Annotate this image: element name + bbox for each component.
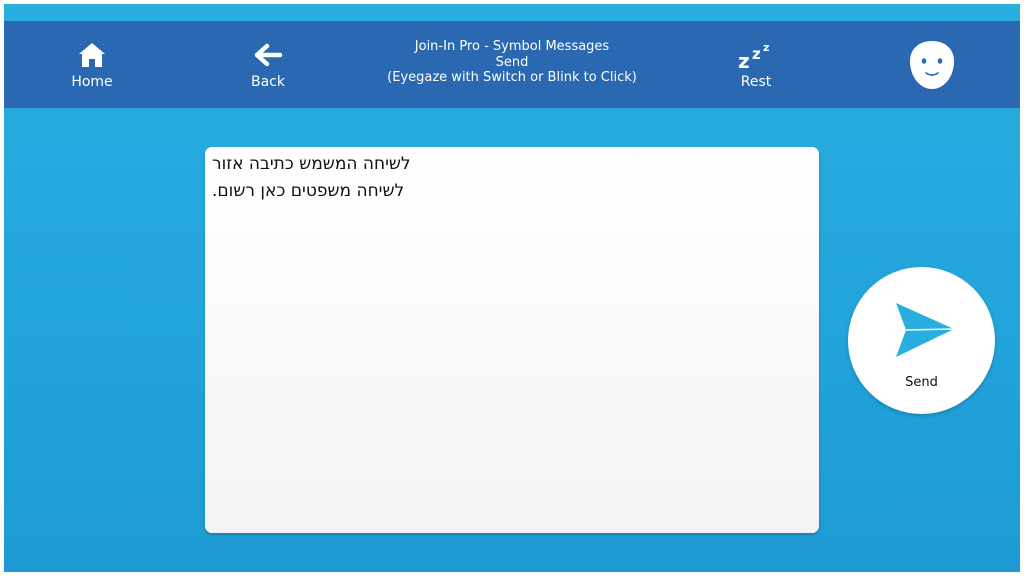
svg-text:z: z	[763, 41, 769, 54]
svg-text:z: z	[738, 49, 750, 71]
rest-label: Rest	[740, 74, 772, 90]
title-access-mode: (Eyegaze with Switch or Blink to Click)	[387, 70, 637, 85]
page-title: Join-In Pro - Symbol Messages Send (Eyeg…	[352, 39, 672, 86]
user-face-button[interactable]	[892, 21, 972, 108]
paper-plane-icon	[896, 303, 955, 357]
send-label: Send	[905, 375, 938, 390]
home-button[interactable]: Home	[52, 21, 132, 108]
app-window: Home Back Join-In Pro - Symbol Messages …	[4, 4, 1020, 572]
back-button[interactable]: Back	[228, 21, 308, 108]
send-button[interactable]: Send	[848, 267, 995, 414]
message-line-1: לשיחה המשמש כתיבה אזור	[212, 154, 411, 174]
message-text: לשיחה המשמש כתיבה אזור לשיחה משפטים כאן …	[212, 151, 812, 205]
message-line-2: לשיחה משפטים כאן רשום.	[212, 181, 405, 201]
face-icon	[910, 40, 954, 89]
zzz-sleep-icon: z z z	[738, 41, 769, 71]
back-label: Back	[251, 74, 285, 90]
home-icon	[79, 43, 105, 67]
top-toolbar: Home Back Join-In Pro - Symbol Messages …	[4, 21, 1020, 108]
home-label: Home	[71, 74, 113, 90]
rest-button[interactable]: z z z Rest	[716, 21, 796, 108]
title-app-name: Join-In Pro - Symbol Messages	[414, 39, 610, 54]
message-text-area[interactable]: לשיחה המשמש כתיבה אזור לשיחה משפטים כאן …	[205, 147, 819, 533]
title-screen-name: Send	[495, 54, 529, 70]
svg-text:z: z	[752, 45, 761, 63]
arrow-left-icon	[254, 43, 283, 67]
